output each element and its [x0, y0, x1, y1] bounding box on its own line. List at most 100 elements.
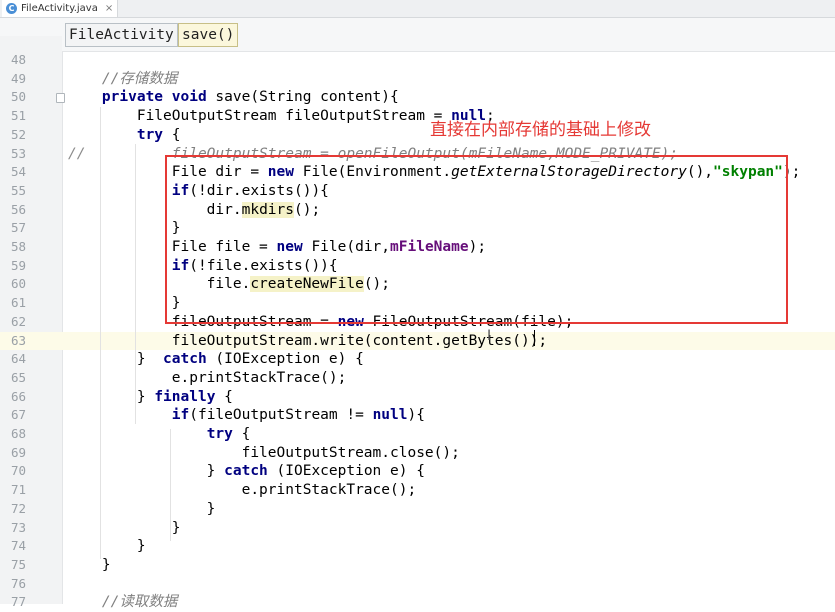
line-number: 63	[10, 332, 26, 348]
code-token: }	[67, 538, 146, 555]
code-line[interactable]: 69 fileOutputStream.close();	[0, 444, 835, 463]
fold-icon[interactable]	[56, 93, 65, 104]
code-token: e.printStackTrace();	[67, 482, 417, 499]
code-text: } finally {	[67, 388, 233, 407]
highlight-box	[165, 155, 788, 324]
code-token: if	[171, 407, 190, 424]
code-text: //存储数据	[67, 70, 177, 89]
java-class-icon: C	[6, 3, 17, 14]
code-token: ){	[407, 407, 425, 424]
code-text: try {	[67, 126, 181, 145]
line-number: 52	[10, 126, 26, 142]
code-text: }	[67, 294, 181, 313]
code-token: }	[67, 351, 164, 368]
code-token: {	[232, 426, 251, 442]
code-text: if(fileOutputStream != null){	[67, 406, 425, 425]
line-number: 58	[10, 239, 26, 254]
code-token: }	[67, 220, 181, 237]
code-token: }	[67, 463, 225, 480]
code-token: (IOException e) {	[267, 463, 425, 480]
code-line[interactable]: 64 } catch (IOException e) {	[0, 350, 835, 369]
code-text: }	[67, 219, 181, 238]
code-line[interactable]: 68 try {	[0, 425, 835, 444]
line-number: 64	[10, 351, 26, 367]
code-line[interactable]: 75 }	[0, 556, 835, 575]
code-line[interactable]: 71 e.printStackTrace();	[0, 481, 835, 500]
code-token: catch	[163, 351, 207, 368]
code-token: (IOException e) {	[206, 351, 364, 368]
line-number: 75	[10, 556, 26, 572]
line-number: 66	[10, 388, 26, 404]
tab-file-activity[interactable]: C FileActivity.java ×	[2, 0, 119, 17]
ibeam-cursor-icon: I	[487, 328, 492, 344]
code-text: }	[67, 519, 181, 538]
annotation-text: 直接在内部存储的基础上修改	[430, 120, 651, 140]
code-line[interactable]: 72 }	[0, 500, 835, 519]
code-text: private void save(String content){	[67, 88, 399, 107]
line-number: 53	[10, 145, 26, 161]
line-number: 76	[10, 575, 26, 591]
breadcrumb-method[interactable]: save()	[178, 23, 239, 47]
code-token: finally	[154, 388, 216, 405]
text-caret	[534, 330, 535, 346]
code-text: }	[67, 537, 146, 556]
line-number: 61	[10, 295, 26, 311]
code-line[interactable]: 51 FileOutputStream fileOutputStream = n…	[0, 107, 835, 126]
line-number: 68	[10, 426, 26, 441]
code-line[interactable]: 74 }	[0, 537, 835, 556]
code-line[interactable]: 48	[0, 51, 835, 70]
line-number: 71	[10, 482, 26, 498]
line-number: 51	[10, 108, 26, 124]
code-token: void	[171, 89, 207, 106]
code-line[interactable]: 66 } finally {	[0, 388, 835, 407]
code-line[interactable]: 49 //存储数据	[0, 70, 835, 89]
code-line[interactable]: 52 try {	[0, 126, 835, 145]
code-editor[interactable]: 48 49 //存储数据 50 private void save(String c…	[0, 51, 835, 610]
code-text: }	[67, 500, 216, 519]
code-token: }	[67, 388, 155, 405]
breadcrumb-class[interactable]: FileActivity	[65, 23, 178, 47]
code-line[interactable]: 63 fileOutputStream.write(content.getByt…	[0, 331, 835, 351]
code-text: fileOutputStream.close();	[67, 444, 460, 463]
code-token: //存储数据	[67, 70, 178, 87]
code-line[interactable]: 70 } catch (IOException e) {	[0, 462, 835, 481]
line-number: 59	[10, 257, 26, 273]
code-line[interactable]: 77 //读取数据	[0, 593, 835, 612]
code-token: }	[67, 556, 111, 573]
line-number: 62	[10, 313, 26, 329]
line-number: 56	[10, 201, 26, 217]
code-token: e.printStackTrace();	[67, 369, 347, 386]
code-token: (fileOutputStream !=	[189, 407, 373, 424]
code-token: //读取数据	[67, 594, 178, 611]
code-token: private	[101, 89, 164, 106]
code-token: try	[136, 126, 164, 143]
code-text: } catch (IOException e) {	[67, 462, 425, 481]
code-token: catch	[224, 463, 268, 480]
close-icon[interactable]: ×	[105, 3, 113, 14]
code-token: save(String content){	[206, 89, 399, 106]
code-token: }	[67, 519, 181, 536]
code-text: e.printStackTrace();	[67, 369, 347, 388]
code-line[interactable]: 76	[0, 575, 835, 594]
code-token: fileOutputStream.close();	[67, 444, 460, 461]
code-line[interactable]: 67 if(fileOutputStream != null){	[0, 406, 835, 425]
code-line[interactable]: 65 e.printStackTrace();	[0, 369, 835, 388]
breadcrumb: FileActivity save()	[0, 18, 835, 69]
code-line[interactable]: 73 }	[0, 519, 835, 538]
code-token: {	[215, 388, 233, 405]
line-number: 48	[10, 52, 26, 67]
line-number: 60	[10, 276, 26, 292]
code-text: try {	[67, 425, 251, 444]
line-number: 72	[10, 500, 26, 516]
code-token: FileOutputStream fileOutputStream =	[67, 108, 452, 125]
code-line[interactable]: 50 private void save(String content){	[0, 88, 835, 107]
line-number: 50	[10, 89, 26, 105]
indent-guide	[170, 429, 171, 541]
code-token: try	[206, 426, 233, 442]
